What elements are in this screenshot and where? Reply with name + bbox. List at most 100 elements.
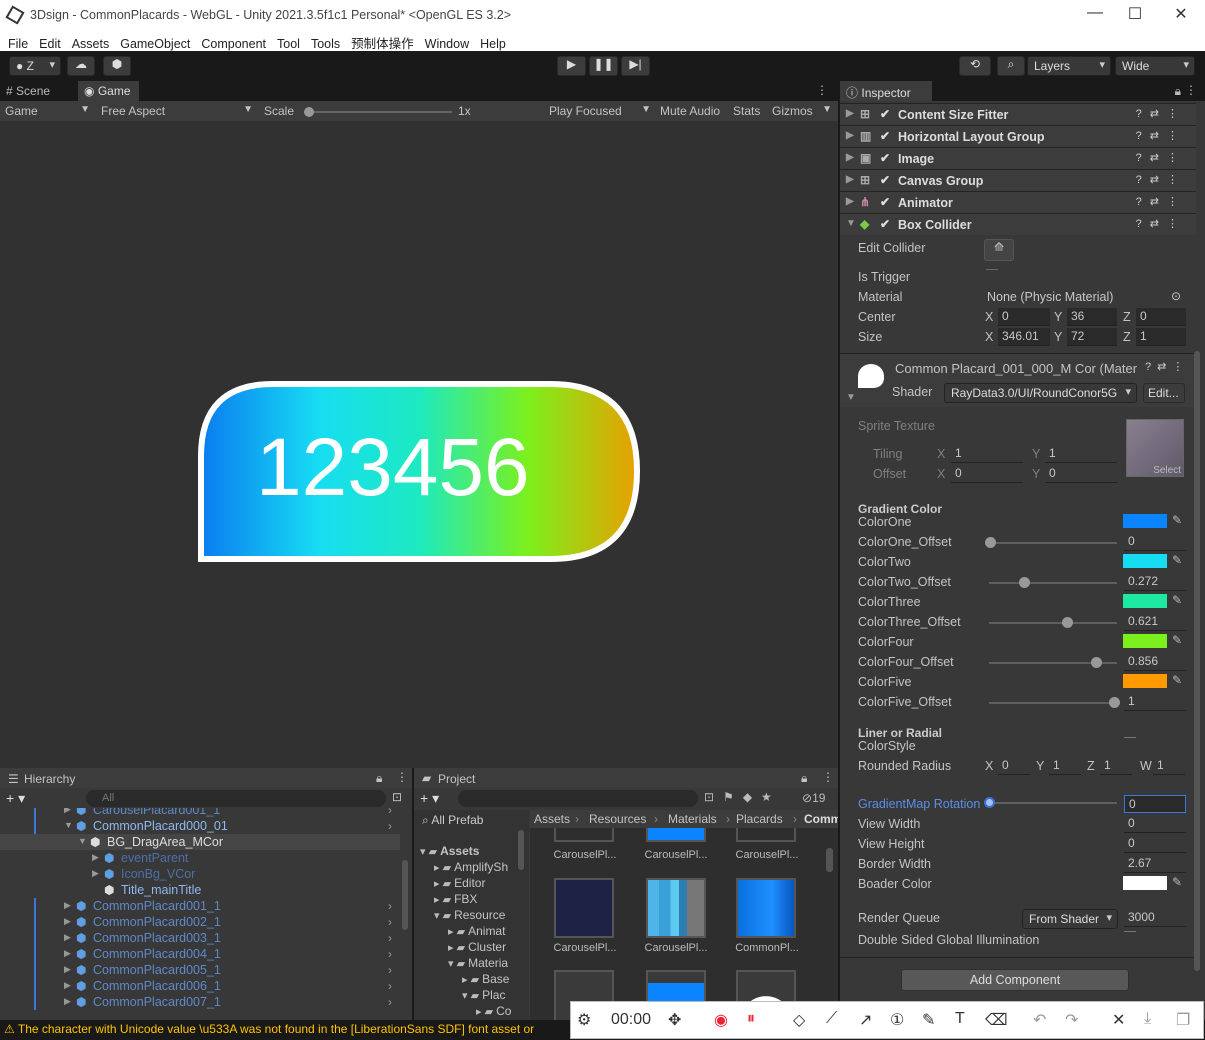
rr-z-field[interactable]: 1 xyxy=(1100,757,1132,775)
offset-slider[interactable] xyxy=(985,537,1117,548)
menu-assets[interactable]: Assets xyxy=(72,35,110,51)
material-field[interactable]: None (Physic Material) xyxy=(987,290,1113,304)
component-enabled-checkbox[interactable]: ✔ xyxy=(880,129,890,143)
rr-w-field[interactable]: 1 xyxy=(1153,757,1185,775)
gradient-rotation-slider[interactable] xyxy=(984,797,1117,808)
record-icon[interactable]: ◉ xyxy=(714,1010,728,1030)
eyedropper-icon[interactable]: ✎ xyxy=(1172,875,1182,889)
offset-value-field[interactable]: 0.621 xyxy=(1124,613,1186,631)
double-sided-gi-checkbox[interactable] xyxy=(1124,931,1136,932)
folder-item[interactable]: ▸ ▰ Base xyxy=(462,972,509,986)
expand-toggle[interactable]: ▶ xyxy=(64,916,71,927)
offset-value-field[interactable]: 0.272 xyxy=(1124,573,1186,591)
project-filter-icons[interactable]: ⊡⚑◆★ xyxy=(704,790,781,804)
edit-collider-button[interactable]: ⟰ xyxy=(984,239,1014,261)
display-dropdown[interactable]: Game ▼ xyxy=(5,104,90,118)
step-button[interactable]: ▶| xyxy=(621,56,650,76)
rr-y-field[interactable]: 1 xyxy=(1049,757,1081,775)
folder-item[interactable]: ▸ ▰ AmplifySh xyxy=(434,860,508,874)
size-z-field[interactable]: 1 xyxy=(1136,328,1186,346)
color-swatch[interactable] xyxy=(1123,554,1167,568)
breadcrumb-current[interactable]: Comm xyxy=(804,812,838,826)
menu-file[interactable]: File xyxy=(8,35,28,51)
expand-toggle[interactable]: ▼ xyxy=(78,836,87,846)
object-picker-icon[interactable]: ⊙ xyxy=(1171,289,1181,303)
center-x-field[interactable]: 0 xyxy=(998,308,1050,326)
eyedropper-icon[interactable]: ✎ xyxy=(1172,673,1182,687)
eyedropper-icon[interactable]: ✎ xyxy=(1172,513,1182,527)
color-swatch[interactable] xyxy=(1123,514,1167,528)
open-prefab-icon[interactable]: › xyxy=(388,915,392,929)
eyedropper-icon[interactable]: ✎ xyxy=(1172,553,1182,567)
open-prefab-icon[interactable]: › xyxy=(388,995,392,1009)
folder-item[interactable]: ▸ ▰ Animat xyxy=(448,924,505,938)
render-queue-field[interactable]: 3000 xyxy=(1124,909,1186,927)
offset-slider[interactable] xyxy=(989,617,1117,628)
hierarchy-scrollbar[interactable] xyxy=(402,860,408,930)
menu-edit[interactable]: Edit xyxy=(39,35,61,51)
component-enabled-checkbox[interactable]: ✔ xyxy=(880,107,890,121)
pause-button[interactable]: ❚❚ xyxy=(589,56,618,76)
open-prefab-icon[interactable]: › xyxy=(388,819,392,833)
minimize-button[interactable]: — xyxy=(1080,4,1110,26)
shader-dropdown[interactable]: RayData3.0/UI/RoundConor5G xyxy=(944,383,1137,403)
collab-icon[interactable]: ⬢ xyxy=(103,56,131,76)
view-width-field[interactable]: 0 xyxy=(1124,815,1186,833)
hierarchy-row[interactable]: ▼ ⬢ BG_DragArea_MCor xyxy=(0,834,400,850)
expand-toggle[interactable]: ▶ xyxy=(64,808,71,815)
component-content-size-fitter[interactable]: ▶ ⊞ ✔ Content Size Fitter ?⇄⋮ xyxy=(840,103,1196,125)
breadcrumb-placards[interactable]: Placards xyxy=(736,812,783,826)
text-icon[interactable]: T xyxy=(955,1010,965,1028)
eyedropper-icon[interactable]: ✎ xyxy=(1172,633,1182,647)
cloud-icon[interactable]: ☁ xyxy=(67,56,95,76)
expand-toggle[interactable]: ▶ xyxy=(64,932,71,943)
material-menu-icons[interactable]: ?⇄⋮ xyxy=(1145,360,1189,373)
hierarchy-row[interactable]: ▶ ⬢ IconBg_VCor xyxy=(0,866,400,882)
asset-thumbnail[interactable] xyxy=(554,878,614,938)
expand-toggle[interactable]: ▶ xyxy=(92,868,99,879)
sprite-texture-slot[interactable]: Select xyxy=(1126,419,1184,477)
more-options-icon[interactable]: ⋮ xyxy=(822,770,834,784)
lock-icon[interactable]: 🔒︎ xyxy=(376,771,382,786)
component-enabled-checkbox[interactable]: ✔ xyxy=(880,195,890,209)
mute-audio-button[interactable]: Mute Audio xyxy=(660,104,720,118)
border-color-swatch[interactable] xyxy=(1123,876,1167,890)
shader-edit-button[interactable]: Edit... xyxy=(1143,383,1185,403)
arrow-icon[interactable]: ↗ xyxy=(859,1010,872,1030)
gradient-rotation-field[interactable]: 0 xyxy=(1124,795,1186,813)
is-trigger-checkbox[interactable] xyxy=(986,269,998,270)
folder-tree-scrollbar[interactable] xyxy=(518,830,524,870)
tiling-x-field[interactable]: 1 xyxy=(951,445,1023,463)
menu-tool[interactable]: Tool xyxy=(277,35,300,51)
expand-toggle[interactable]: ▶ xyxy=(64,964,71,975)
menu-tools[interactable]: Tools xyxy=(311,35,340,51)
redo-icon[interactable]: ↷ xyxy=(1065,1010,1078,1030)
tab-scene[interactable]: # Scene xyxy=(0,81,58,101)
hierarchy-row[interactable]: ⬢ Title_mainTitle xyxy=(0,882,400,898)
hierarchy-row[interactable]: ▶ ⬢ CommonPlacard005_1 › xyxy=(0,962,400,978)
size-x-field[interactable]: 346.01 xyxy=(998,328,1050,346)
breadcrumb-materials[interactable]: Materials xyxy=(668,812,717,826)
settings-icon[interactable]: ⚙ xyxy=(577,1010,591,1030)
material-foldout[interactable]: ▼ xyxy=(846,392,856,403)
game-viewport[interactable]: 123456 xyxy=(0,121,838,768)
component-enabled-checkbox[interactable]: ✔ xyxy=(880,151,890,165)
play-button[interactable]: ▶ xyxy=(557,56,586,76)
lock-icon[interactable]: 🔒︎ xyxy=(801,771,807,786)
folder-item[interactable]: ▸ ▰ Cluster xyxy=(448,940,506,954)
pause-record-icon[interactable]: ⏸︎ xyxy=(747,1010,755,1028)
offset-x-field[interactable]: 0 xyxy=(951,465,1023,483)
expand-toggle[interactable]: ▶ xyxy=(64,948,71,959)
project-tab[interactable]: ▰ Project 🔒︎ ⋮ xyxy=(414,768,838,788)
component-animator[interactable]: ▶ ⋔ ✔ Animator ?⇄⋮ xyxy=(840,191,1196,213)
download-icon[interactable]: ⤓ xyxy=(1144,1010,1151,1028)
stats-button[interactable]: Stats xyxy=(733,104,760,118)
hierarchy-row[interactable]: ▼ ⬢ CommonPlacard000_01 › xyxy=(0,818,400,834)
number-marker-icon[interactable]: ① xyxy=(890,1010,904,1030)
open-prefab-icon[interactable]: › xyxy=(388,899,392,913)
hierarchy-row[interactable]: ▶ ⬢ CommonPlacard001_1 › xyxy=(0,898,400,914)
search-icon[interactable]: ⌕ xyxy=(997,56,1025,76)
project-search-input[interactable] xyxy=(458,790,698,807)
border-width-field[interactable]: 2.67 xyxy=(1124,855,1186,873)
offset-slider-knob[interactable] xyxy=(1018,577,1030,588)
